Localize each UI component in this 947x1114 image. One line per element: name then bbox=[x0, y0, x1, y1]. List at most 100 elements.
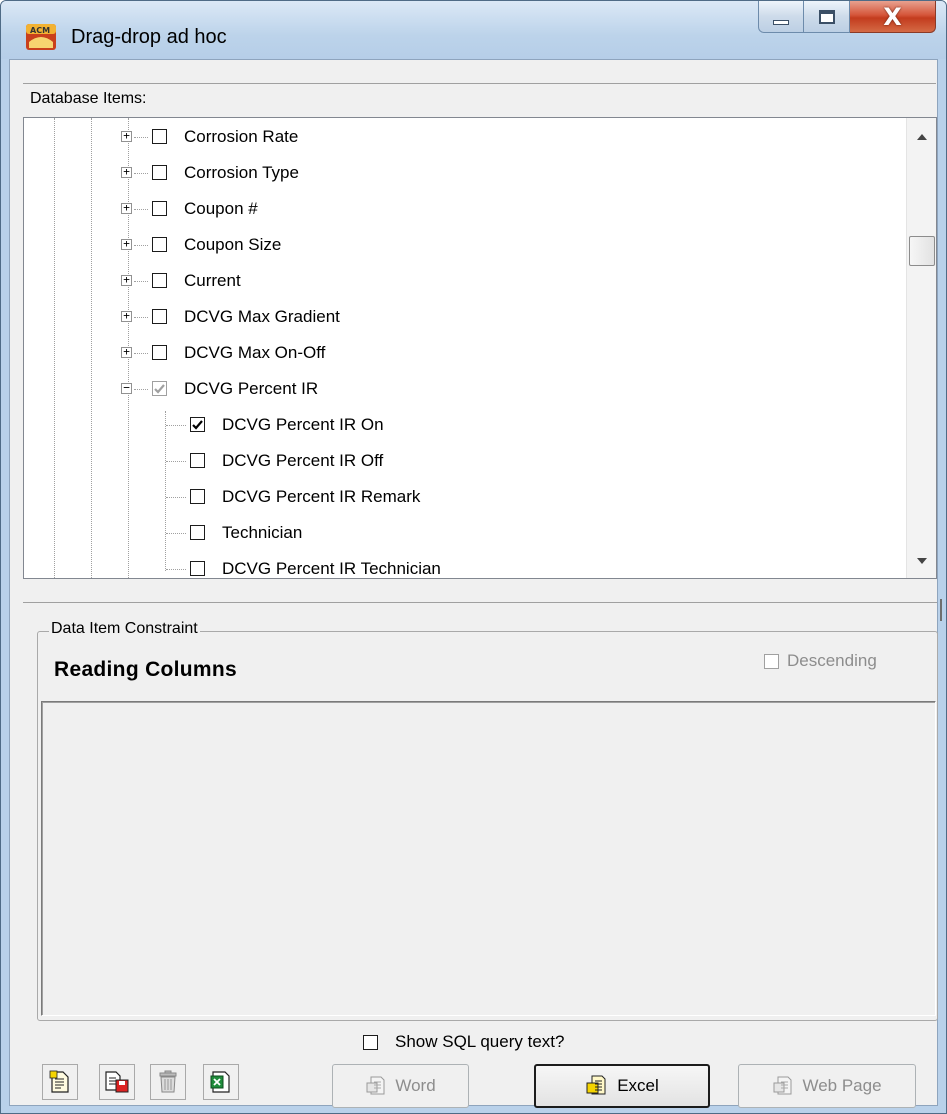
tree-items: + Corrosion Rate + Corrosion Type + Coupon # +… bbox=[24, 118, 906, 578]
tree-item-label: Corrosion Rate bbox=[184, 127, 299, 146]
tree-item-label: DCVG Percent IR Remark bbox=[222, 487, 421, 506]
tree-item-checkbox[interactable] bbox=[152, 381, 167, 396]
scrollbar-thumb[interactable] bbox=[909, 236, 935, 266]
tree-item-checkbox[interactable] bbox=[190, 489, 205, 504]
tree-item-checkbox[interactable] bbox=[152, 129, 167, 144]
tree-item-label: Corrosion Type bbox=[184, 163, 299, 182]
maximize-icon bbox=[818, 9, 835, 24]
tree-item[interactable]: + Corrosion Rate bbox=[24, 122, 904, 152]
expand-icon[interactable]: + bbox=[121, 274, 132, 286]
descending-checkbox bbox=[764, 653, 779, 669]
tree-item-checkbox[interactable] bbox=[190, 453, 205, 468]
database-items-label: Database Items: bbox=[30, 90, 147, 107]
tree-item[interactable]: DCVG Percent IR On bbox=[24, 410, 904, 440]
tree-item-checkbox[interactable] bbox=[190, 417, 205, 432]
window-title: Drag-drop ad hoc bbox=[71, 26, 227, 48]
tree-item-label: DCVG Percent IR bbox=[184, 379, 319, 398]
tree-item-label: Current bbox=[184, 271, 241, 290]
collapse-icon[interactable]: − bbox=[121, 382, 132, 394]
tree-item[interactable]: + DCVG Max Gradient bbox=[24, 302, 904, 332]
constraint-panel[interactable] bbox=[41, 701, 936, 1016]
scroll-down-icon bbox=[917, 558, 927, 564]
title-bar[interactable]: ACM Drag-drop ad hoc X bbox=[1, 1, 946, 59]
tree-item[interactable]: Technician bbox=[24, 518, 904, 548]
save-query-button[interactable] bbox=[99, 1064, 135, 1100]
word-export-button[interactable]: Word bbox=[332, 1064, 469, 1108]
tree-item-label: Coupon # bbox=[184, 199, 258, 218]
splitter-grip bbox=[940, 599, 942, 621]
close-icon: X bbox=[883, 2, 902, 31]
tree-item[interactable]: + DCVG Max On-Off bbox=[24, 338, 904, 368]
checkmark-icon bbox=[192, 419, 203, 430]
tree-item-checkbox[interactable] bbox=[152, 345, 167, 360]
maximize-button[interactable] bbox=[804, 1, 850, 33]
tree-item-checkbox[interactable] bbox=[152, 273, 167, 288]
panel-splitter[interactable] bbox=[23, 581, 937, 603]
tree-item-checkbox[interactable] bbox=[152, 309, 167, 324]
tree-item[interactable]: DCVG Percent IR Technician bbox=[24, 554, 904, 578]
scroll-down-button[interactable] bbox=[907, 546, 936, 576]
show-sql-option[interactable]: Show SQL query text? bbox=[363, 1031, 564, 1053]
new-query-button[interactable] bbox=[42, 1064, 78, 1100]
tree-connector bbox=[134, 281, 148, 282]
svg-text:ACM: ACM bbox=[30, 26, 50, 35]
tree-item[interactable]: + Current bbox=[24, 266, 904, 296]
tree-item-checkbox[interactable] bbox=[152, 201, 167, 216]
tree-vertical-scrollbar[interactable] bbox=[906, 118, 936, 578]
descending-label: Descending bbox=[787, 651, 877, 670]
expand-icon[interactable]: + bbox=[121, 310, 132, 322]
word-button-label: Word bbox=[395, 1076, 436, 1095]
tree-item[interactable]: − DCVG Percent IR bbox=[24, 374, 904, 404]
tree-item[interactable]: + Coupon # bbox=[24, 194, 904, 224]
tree-connector bbox=[134, 245, 148, 246]
tree-item-checkbox[interactable] bbox=[152, 237, 167, 252]
scroll-up-button[interactable] bbox=[907, 122, 936, 152]
constraint-group-label: Data Item Constraint bbox=[49, 620, 200, 638]
excel-export-button[interactable]: Excel bbox=[534, 1064, 710, 1108]
tree-connector bbox=[134, 173, 148, 174]
tree-item-checkbox[interactable] bbox=[190, 525, 205, 540]
tree-item-checkbox[interactable] bbox=[152, 165, 167, 180]
expand-icon[interactable]: + bbox=[121, 202, 132, 214]
tree-item[interactable]: DCVG Percent IR Off bbox=[24, 446, 904, 476]
tree-connector bbox=[134, 137, 148, 138]
expand-icon[interactable]: + bbox=[121, 130, 132, 142]
tree-item-label: Coupon Size bbox=[184, 235, 282, 254]
close-button[interactable]: X bbox=[850, 1, 936, 33]
tree-connector bbox=[166, 533, 186, 534]
webpage-button-label: Web Page bbox=[802, 1076, 882, 1095]
scroll-up-icon bbox=[917, 134, 927, 140]
tree-item-label: DCVG Percent IR Off bbox=[222, 451, 384, 470]
tree-connector bbox=[134, 317, 148, 318]
minimize-button[interactable] bbox=[758, 1, 804, 33]
tree-connector bbox=[134, 209, 148, 210]
descending-option: Descending bbox=[764, 650, 877, 672]
tree-item[interactable]: DCVG Percent IR Remark bbox=[24, 482, 904, 512]
new-query-icon bbox=[49, 1070, 69, 1093]
tree-item-label: DCVG Max Gradient bbox=[184, 307, 340, 326]
expand-icon[interactable]: + bbox=[121, 238, 132, 250]
constraint-title: Reading Columns bbox=[54, 658, 238, 681]
webpage-document-icon bbox=[772, 1075, 794, 1097]
export-excel-icon bbox=[210, 1071, 230, 1093]
tree-item-checkbox[interactable] bbox=[190, 561, 205, 576]
app-window: ACM Drag-drop ad hoc X Database Items: +… bbox=[0, 0, 947, 1114]
tree-connector bbox=[134, 353, 148, 354]
tree-item-label: Technician bbox=[222, 523, 303, 542]
tree-item[interactable]: + Coupon Size bbox=[24, 230, 904, 260]
delete-icon bbox=[159, 1070, 177, 1093]
expand-icon[interactable]: + bbox=[121, 166, 132, 178]
word-document-icon bbox=[365, 1075, 387, 1097]
webpage-export-button[interactable]: Web Page bbox=[738, 1064, 916, 1108]
excel-button-label: Excel bbox=[617, 1076, 659, 1095]
database-items-tree[interactable]: + Corrosion Rate + Corrosion Type + Coupon # +… bbox=[23, 117, 937, 579]
tree-item-label: DCVG Percent IR Technician bbox=[222, 559, 441, 578]
tree-connector bbox=[166, 569, 186, 570]
show-sql-label[interactable]: Show SQL query text? bbox=[395, 1032, 564, 1052]
tree-connector bbox=[166, 425, 186, 426]
tree-item[interactable]: + Corrosion Type bbox=[24, 158, 904, 188]
show-sql-checkbox[interactable] bbox=[363, 1034, 378, 1050]
delete-button[interactable] bbox=[150, 1064, 186, 1100]
expand-icon[interactable]: + bbox=[121, 346, 132, 358]
export-excel-button[interactable] bbox=[203, 1064, 239, 1100]
